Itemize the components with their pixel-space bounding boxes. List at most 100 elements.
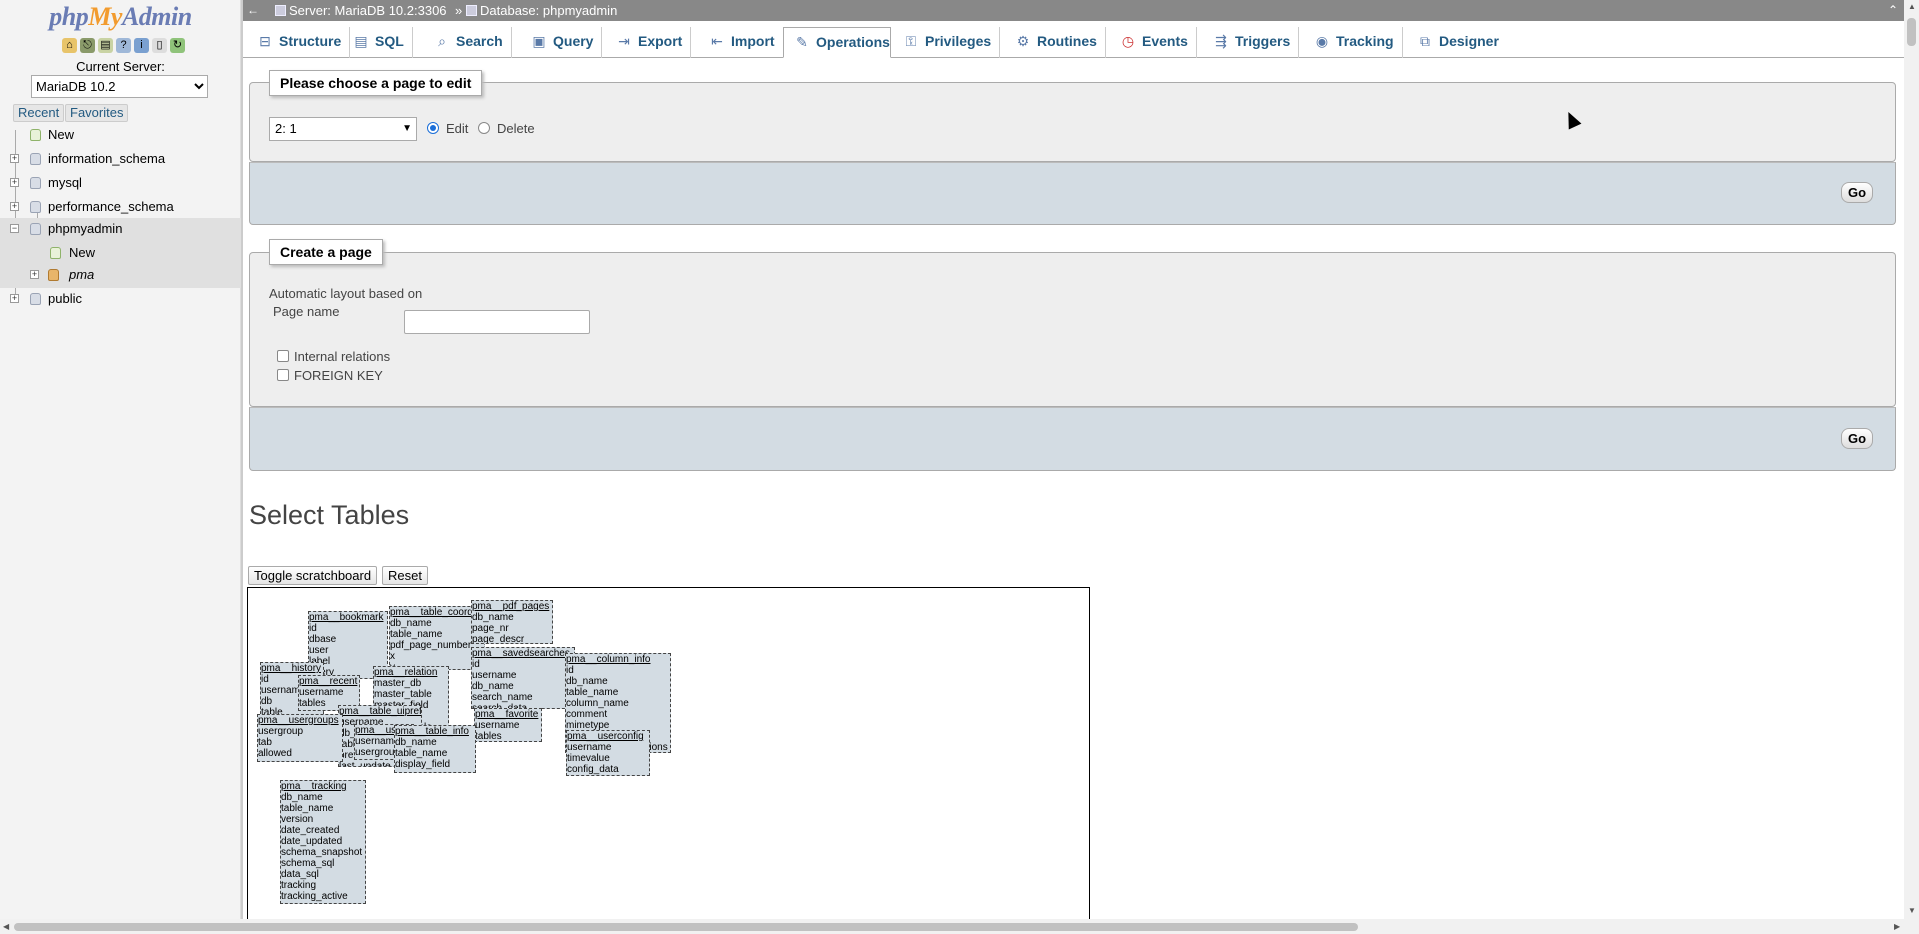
breadcrumb-database[interactable]: Database: phpmyadmin [466, 0, 617, 21]
expand-icon[interactable]: + [10, 178, 19, 187]
recent-tab[interactable]: Recent [13, 104, 65, 122]
eye-icon: ◉ [1315, 33, 1329, 49]
designer-canvas[interactable]: pma__bookmarkiddbaseuserlabelquery pma__… [247, 587, 1090, 934]
tab-structure[interactable]: ⊟ Structure [247, 27, 351, 58]
go-button[interactable]: Go [1841, 428, 1873, 449]
home-icon[interactable]: ⌂ [62, 38, 77, 53]
delete-label: Delete [497, 121, 535, 136]
clock-icon: ◷ [1121, 33, 1135, 49]
designer-table[interactable]: pma__tracking db_name table_name version dat… [280, 780, 366, 904]
tree-item-phpmyadmin[interactable]: − phpmyadmin [0, 218, 241, 242]
tree-item-performance-schema[interactable]: + performance_schema [0, 196, 241, 218]
designer-table[interactable]: pma__savedsearches id username db_name searc… [471, 647, 575, 709]
database-icon [466, 5, 477, 16]
back-arrow-icon[interactable]: ← [247, 0, 259, 21]
expand-icon[interactable]: + [30, 270, 39, 279]
import-icon: ⇤ [711, 33, 723, 49]
toggle-scratchboard-button[interactable]: Toggle scratchboard [248, 566, 378, 585]
vertical-scrollbar[interactable]: ▲ ▼ [1904, 0, 1919, 919]
select-tables-heading: Select Tables [249, 500, 410, 530]
designer-table[interactable]: pma__table_info db_name table_name display_… [394, 725, 476, 773]
export-icon: ⇥ [618, 33, 630, 49]
database-icon [30, 177, 41, 189]
tree-item-phpmyadmin-new[interactable]: New [0, 242, 241, 264]
foreign-key-checkbox[interactable] [277, 369, 289, 381]
expand-icon[interactable]: + [10, 294, 19, 303]
tab-designer[interactable]: ⧉ Designer [1407, 27, 1507, 58]
tab-operations[interactable]: ✎ Operations [783, 27, 891, 58]
favorites-tab[interactable]: Favorites [65, 104, 129, 122]
auto-layout-label: Automatic layout based on [269, 286, 423, 301]
breadcrumb-separator: » [455, 3, 463, 18]
designer-table[interactable]: pma__pdf_pages db_name page_nr page_descr [471, 600, 553, 644]
choose-page-footer [249, 162, 1896, 225]
search-icon: ⌕ [438, 33, 446, 49]
database-icon [30, 223, 41, 235]
collapse-icon[interactable]: − [10, 224, 19, 233]
database-icon [30, 201, 41, 213]
internal-relations-label: Internal relations [294, 349, 391, 364]
horizontal-scroll-thumb[interactable] [14, 923, 1358, 931]
tab-import[interactable]: ⇤ Import [699, 27, 784, 58]
server-icon [275, 5, 286, 16]
scroll-left-icon[interactable]: ◀ [3, 922, 9, 931]
page-select[interactable]: 2: 1 ▼ [269, 117, 417, 141]
nav-icon-bar: ⌂ ⎋ ▤ ? i ▯ ↻ [62, 38, 185, 53]
logout-icon[interactable]: ⎋ [80, 38, 95, 53]
collapse-topbar-icon[interactable]: ⌃ [1888, 0, 1898, 21]
tab-events[interactable]: ◷ Events [1110, 27, 1197, 58]
reset-button[interactable]: Reset [382, 566, 428, 585]
scroll-down-icon[interactable]: ▼ [1908, 906, 1916, 915]
designer-table[interactable]: pma__usergroups usergroup tab allowed [257, 714, 343, 762]
scroll-right-icon[interactable]: ▶ [1894, 922, 1900, 931]
tab-search[interactable]: ⌕ Search [424, 27, 512, 58]
documentation-icon[interactable]: ? [116, 38, 131, 53]
database-icon [30, 293, 41, 305]
create-page-legend: Create a page [269, 239, 383, 265]
sql-icon: ▤ [354, 33, 368, 49]
expand-icon[interactable]: + [10, 154, 19, 163]
tree-item-pma[interactable]: + pma [0, 264, 241, 288]
foreign-key-label: FOREIGN KEY [294, 368, 383, 383]
settings-icon[interactable]: ▯ [152, 38, 167, 53]
server-select[interactable]: MariaDB 10.2 [31, 75, 208, 98]
tab-export[interactable]: ⇥ Export [606, 27, 692, 58]
go-button[interactable]: Go [1841, 182, 1873, 203]
structure-icon: ⊟ [259, 33, 271, 49]
create-page-footer [249, 407, 1896, 471]
query-window-icon[interactable]: ▤ [98, 38, 113, 53]
tree-item-mysql[interactable]: + mysql [0, 172, 241, 194]
reload-icon[interactable]: ↻ [170, 38, 185, 53]
tab-privileges[interactable]: ⚿ Privileges [893, 27, 1001, 58]
tab-triggers[interactable]: ⇶ Triggers [1203, 27, 1300, 58]
nav-resizer[interactable] [241, 0, 243, 934]
designer-table[interactable]: pma__userconfig username timevalue config_d… [566, 730, 650, 776]
tree-item-public[interactable]: + public [0, 288, 241, 310]
vertical-scroll-thumb[interactable] [1907, 18, 1916, 46]
navigation-panel: phpMyAdmin ⌂ ⎋ ▤ ? i ▯ ↻ Current Server:… [0, 0, 241, 934]
main-menu: ⊟ Structure ▤ SQL ⌕ Search ▣ Query ⇥ Export ⇤… [243, 21, 1904, 58]
sql-docs-icon[interactable]: i [134, 38, 149, 53]
phpmyadmin-logo[interactable]: phpMyAdmin [0, 2, 241, 32]
tab-query[interactable]: ▣ Query [521, 27, 603, 58]
scroll-up-icon[interactable]: ▲ [1908, 2, 1916, 11]
page-name-input[interactable] [404, 310, 590, 334]
internal-relations-checkbox[interactable] [277, 350, 289, 362]
triggers-icon: ⇶ [1215, 33, 1227, 49]
tab-sql[interactable]: ▤ SQL [343, 27, 413, 58]
chevron-down-icon: ▼ [402, 123, 412, 134]
tree-item-information-schema[interactable]: + information_schema [0, 148, 241, 170]
horizontal-scrollbar[interactable]: ◀ ▶ [0, 919, 1919, 934]
wrench-icon: ✎ [796, 34, 808, 50]
current-server-label: Current Server: [76, 59, 165, 74]
expand-icon[interactable]: + [10, 202, 19, 211]
tree-item-new[interactable]: New [0, 124, 241, 146]
edit-radio[interactable] [427, 122, 439, 134]
tab-routines[interactable]: ⚙ Routines [1005, 27, 1106, 58]
tab-tracking[interactable]: ◉ Tracking [1304, 27, 1403, 58]
designer-table[interactable]: pma__favorite username tables [474, 708, 542, 742]
delete-radio[interactable] [478, 122, 490, 134]
query-icon: ▣ [532, 33, 546, 49]
breadcrumb-server[interactable]: Server: MariaDB 10.2:3306 [275, 0, 447, 21]
designer-icon: ⧉ [1420, 33, 1430, 49]
